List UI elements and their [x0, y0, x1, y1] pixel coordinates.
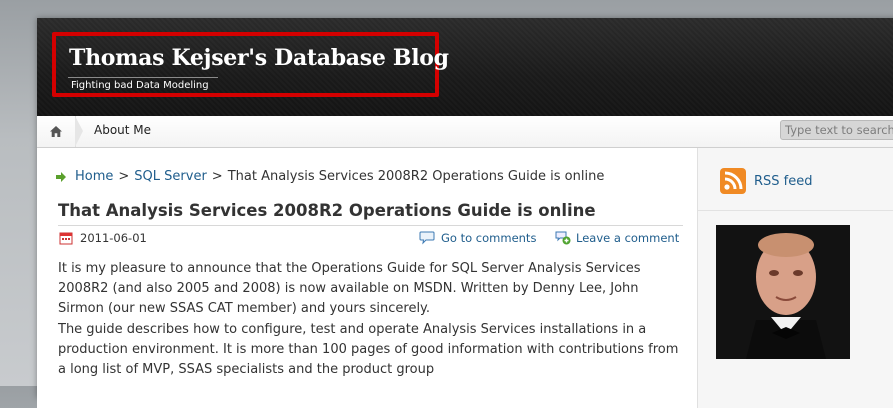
blog-tagline: Fighting bad Data Modeling — [71, 80, 209, 91]
leave-comment-label: Leave a comment — [576, 231, 680, 245]
author-photo — [716, 225, 850, 359]
nav-separator — [75, 116, 83, 147]
post-date: 2011-06-01 — [59, 231, 147, 245]
nav-bar: About Me — [37, 116, 893, 148]
breadcrumb-home-link[interactable]: Home — [75, 169, 113, 184]
author-photo-image — [716, 225, 850, 359]
nav-item-about-me[interactable]: About Me — [94, 123, 151, 137]
tagline-divider — [68, 77, 218, 78]
rss-icon — [720, 168, 746, 194]
breadcrumb-current: That Analysis Services 2008R2 Operations… — [227, 169, 605, 184]
post-paragraph: The guide describes how to configure, te… — [58, 322, 679, 377]
breadcrumb-category-link[interactable]: SQL Server — [134, 169, 207, 184]
sidebar-divider — [698, 210, 893, 211]
go-to-comments-link[interactable]: Go to comments — [419, 231, 536, 245]
search-input[interactable] — [780, 120, 893, 140]
sidebar: RSS feed — [697, 148, 893, 408]
blog-title[interactable]: Thomas Kejser's Database Blog — [69, 45, 449, 71]
blog-header: Thomas Kejser's Database Blog Fighting b… — [37, 18, 893, 116]
blog-page: Thomas Kejser's Database Blog Fighting b… — [37, 18, 893, 408]
breadcrumb-separator: > — [118, 169, 130, 184]
post-title[interactable]: That Analysis Services 2008R2 Operations… — [58, 201, 596, 220]
post-paragraph: It is my pleasure to announce that the O… — [58, 261, 641, 316]
breadcrumb-separator: > — [211, 169, 223, 184]
go-to-comments-label: Go to comments — [441, 231, 537, 245]
post-date-text: 2011-06-01 — [80, 231, 147, 245]
main-content: Home > SQL Server > That Analysis Servic… — [37, 148, 697, 408]
breadcrumb: Home > SQL Server > That Analysis Servic… — [55, 169, 604, 184]
leave-comment-link[interactable]: Leave a comment — [555, 231, 679, 245]
calendar-icon — [59, 232, 73, 245]
comment-bubble-icon — [419, 231, 435, 245]
home-icon — [50, 126, 62, 137]
rss-feed-link[interactable]: RSS feed — [720, 168, 813, 194]
rss-feed-label: RSS feed — [754, 173, 813, 189]
add-comment-icon — [555, 231, 571, 245]
nav-home-button[interactable] — [37, 116, 76, 147]
arrow-right-icon — [56, 171, 66, 182]
title-divider — [58, 225, 683, 226]
